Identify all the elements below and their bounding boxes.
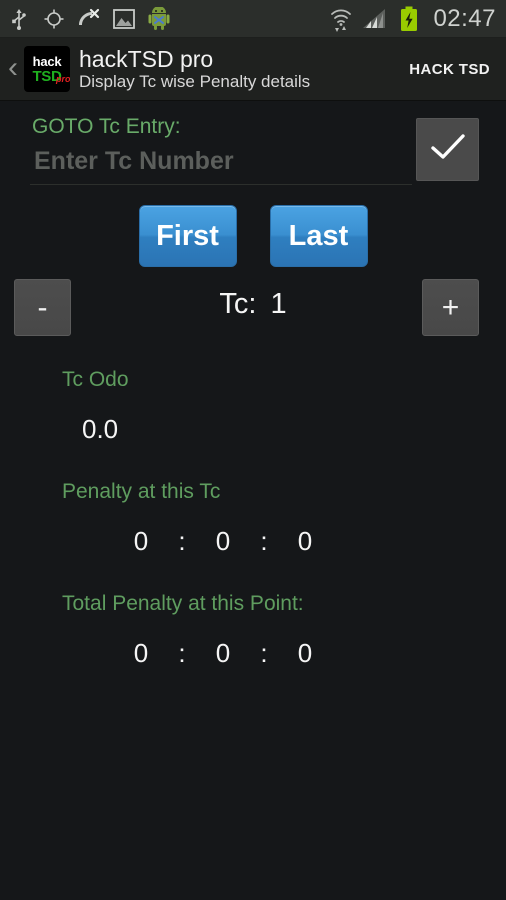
status-clock: 02:47 <box>433 4 496 32</box>
wifi-transfer-icon <box>328 6 354 32</box>
tc-odo-value: 0.0 <box>82 414 119 444</box>
penalty-at-tc-section: Penalty at this Tc 0 : 0 : 0 <box>0 480 506 557</box>
status-bar: 02:47 <box>0 0 506 38</box>
penalty-at-tc-label: Penalty at this Tc <box>62 480 221 503</box>
total-penalty-hours: 0 <box>133 638 149 668</box>
tc-label: Tc: <box>219 288 257 320</box>
last-button[interactable]: Last <box>269 205 368 267</box>
hack-tsd-action-button[interactable]: HACK TSD <box>403 55 496 84</box>
checkmark-icon <box>429 132 467 167</box>
total-penalty-sep2: : <box>260 638 268 668</box>
page-subtitle: Display Tc wise Penalty details <box>79 71 311 91</box>
cellular-signal-icon <box>362 6 388 32</box>
tc-increment-button[interactable]: + <box>422 279 479 336</box>
penalty-at-tc-values: 0 : 0 : 0 <box>0 526 506 557</box>
confirm-tc-button[interactable] <box>416 118 479 181</box>
penalty-at-tc-sep1: : <box>178 526 186 556</box>
screenshot-image-icon <box>111 6 137 32</box>
total-penalty-sep1: : <box>178 638 186 668</box>
penalty-at-tc-sep2: : <box>260 526 268 556</box>
penalty-at-tc-hours: 0 <box>133 526 149 556</box>
gps-crosshair-icon <box>41 6 67 32</box>
page-title: hackTSD pro <box>79 45 214 72</box>
status-bar-right-icons: 02:47 <box>328 5 496 33</box>
battery-charging-icon <box>396 6 422 32</box>
total-penalty-values: 0 : 0 : 0 <box>0 638 506 669</box>
app-screen: 02:47 ‹ hack TSD pro hackTSD pro Display… <box>0 0 506 900</box>
gps-off-satellite-icon <box>76 6 102 32</box>
app-logo-icon: hack TSD pro <box>24 46 70 92</box>
action-bar: ‹ hack TSD pro hackTSD pro Display Tc wi… <box>0 38 506 101</box>
first-last-button-row: First Last <box>0 205 506 267</box>
tc-number: 1 <box>270 288 287 320</box>
total-penalty-minutes: 0 <box>215 638 231 668</box>
first-button[interactable]: First <box>138 205 237 267</box>
tc-number-input[interactable] <box>30 145 412 185</box>
total-penalty-section: Total Penalty at this Point: 0 : 0 : 0 <box>0 592 506 669</box>
app-logo-badge: pro <box>56 73 70 84</box>
tc-odo-section: Tc Odo 0.0 <box>0 368 506 445</box>
penalty-at-tc-seconds: 0 <box>297 526 313 556</box>
usb-icon <box>6 6 32 32</box>
app-logo-line2-wrap: TSD pro <box>32 69 70 84</box>
tc-odo-label: Tc Odo <box>62 368 129 391</box>
action-bar-titles: hackTSD pro Display Tc wise Penalty deta… <box>79 45 403 92</box>
tc-stepper-row: - Tc: 1 + <box>0 276 506 346</box>
back-button[interactable]: ‹ <box>2 52 24 86</box>
total-penalty-label: Total Penalty at this Point: <box>62 592 304 615</box>
total-penalty-seconds: 0 <box>297 638 313 668</box>
app-logo-line1: hack <box>32 53 62 69</box>
main-content: GOTO Tc Entry: First Last - Tc:1 + Tc Od… <box>0 101 506 669</box>
android-mascot-icon <box>146 6 172 32</box>
status-bar-left-icons <box>6 6 172 32</box>
goto-tc-entry-section: GOTO Tc Entry: <box>0 101 506 197</box>
penalty-at-tc-minutes: 0 <box>215 526 231 556</box>
